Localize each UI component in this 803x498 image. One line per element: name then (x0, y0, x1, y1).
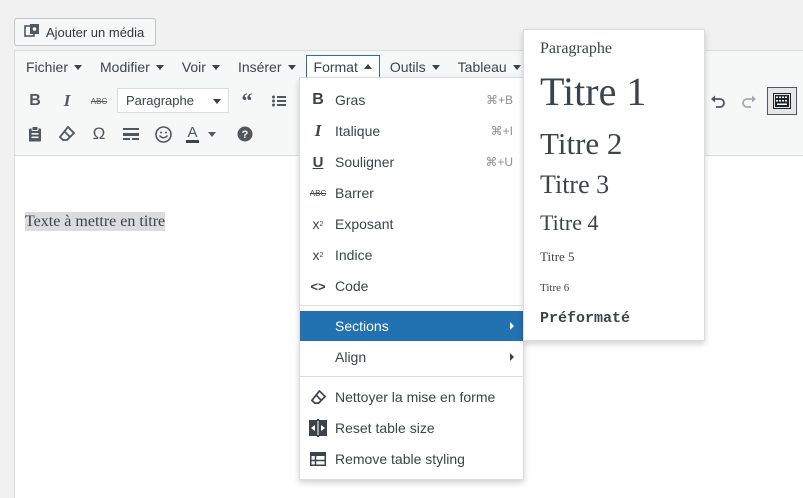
horizontal-rule-icon[interactable] (117, 120, 145, 148)
menu-item-label: Italique (335, 123, 381, 139)
format-menu-strikethrough[interactable]: ABC Barrer (300, 178, 523, 208)
format-menu-underline[interactable]: U Souligner ⌘+U (300, 147, 523, 177)
menu-item-label: Code (335, 278, 369, 294)
table-resize-icon (309, 419, 327, 437)
blockquote-icon[interactable]: “ (233, 87, 261, 115)
strikethrough-icon[interactable]: ABC (85, 87, 113, 115)
format-select[interactable]: Paragraphe (117, 88, 229, 113)
subscript-icon: x2 (312, 247, 324, 263)
italic-icon: I (314, 121, 322, 140)
menu-label: Insérer (237, 58, 282, 75)
menu-item-label: Nettoyer la mise en forme (335, 389, 496, 405)
caret-up-icon (363, 63, 372, 69)
format-menu-code[interactable]: <> Code (300, 271, 523, 301)
format-select-value: Paragraphe (126, 93, 194, 108)
menu-fichier[interactable]: Fichier (18, 55, 90, 79)
caret-down-icon (213, 99, 221, 104)
text-color-icon[interactable]: A (181, 120, 221, 148)
code-icon: <> (310, 278, 326, 294)
section-heading-6[interactable]: Titre 6 (540, 282, 569, 294)
format-dropdown: B Gras ⌘+B I Italique ⌘+I U Souligner ⌘+… (299, 77, 524, 480)
format-menu-align[interactable]: Align (300, 342, 523, 372)
menu-label: Voir (181, 58, 206, 75)
menu-label: Fichier (26, 58, 69, 75)
menu-item-label: Sections (335, 318, 389, 334)
sections-submenu: Paragraphe Titre 1 Titre 2 Titre 3 Titre… (523, 29, 705, 341)
help-icon[interactable]: ? (231, 120, 259, 148)
eraser-icon (309, 389, 327, 405)
menu-item-label: Reset table size (335, 420, 435, 436)
menu-outils[interactable]: Outils (382, 55, 448, 79)
caret-down-icon (512, 65, 521, 70)
format-menu-italic[interactable]: I Italique ⌘+I (300, 116, 523, 146)
menu-item-label: Gras (335, 92, 366, 108)
caret-down-icon (155, 65, 164, 70)
add-media-label: Ajouter un média (46, 24, 145, 40)
format-menu-reset-table-size[interactable]: Reset table size (300, 413, 523, 443)
format-menu-clear-formatting[interactable]: Nettoyer la mise en forme (300, 382, 523, 412)
menu-item-label: Indice (335, 247, 373, 263)
bold-icon: B (312, 91, 324, 108)
menu-item-label: Souligner (335, 154, 395, 170)
svg-text:?: ? (242, 129, 249, 141)
menu-label: Modifier (100, 58, 150, 75)
kitchen-sink-icon[interactable] (767, 87, 797, 115)
selected-text: Texte à mettre en titre (25, 212, 166, 231)
menu-label: Format (313, 58, 358, 75)
menu-tableau[interactable]: Tableau (450, 55, 529, 79)
menu-voir[interactable]: Voir (174, 55, 228, 79)
section-paragraph[interactable]: Paragraphe (540, 40, 612, 58)
italic-icon[interactable]: I (53, 87, 81, 115)
section-heading-4[interactable]: Titre 4 (540, 210, 598, 236)
section-preformatted[interactable]: Préformaté (540, 310, 630, 327)
menu-inserer[interactable]: Insérer (230, 55, 304, 79)
section-heading-2[interactable]: Titre 2 (540, 126, 622, 162)
bullet-list-icon[interactable] (265, 87, 293, 115)
menu-separator (300, 376, 523, 377)
format-menu-sections[interactable]: Sections (300, 311, 523, 341)
caret-down-icon (74, 65, 83, 70)
menu-item-label: Remove table styling (335, 451, 465, 467)
undo-icon[interactable] (704, 87, 732, 115)
menu-label: Outils (389, 58, 426, 75)
shortcut-label: ⌘+B (485, 93, 513, 107)
media-icon (24, 23, 46, 42)
menu-label: Tableau (457, 58, 507, 75)
menu-separator (300, 305, 523, 306)
superscript-icon: x2 (312, 216, 324, 232)
caret-down-icon (287, 65, 296, 70)
table-icon (309, 452, 327, 466)
format-menu-superscript[interactable]: x2 Exposant (300, 209, 523, 239)
menu-item-label: Exposant (335, 216, 394, 232)
emoji-icon[interactable] (149, 120, 177, 148)
bold-icon[interactable]: B (21, 87, 49, 115)
format-menu-bold[interactable]: B Gras ⌘+B (300, 85, 523, 115)
clear-formatting-icon[interactable] (53, 120, 81, 148)
omega-icon[interactable]: Ω (85, 120, 113, 148)
section-heading-3[interactable]: Titre 3 (540, 170, 609, 200)
shortcut-label: ⌘+U (485, 155, 513, 169)
caret-down-icon (211, 65, 220, 70)
menu-item-label: Align (335, 349, 367, 365)
format-menu-remove-table-styling[interactable]: Remove table styling (300, 444, 523, 474)
menu-modifier[interactable]: Modifier (92, 55, 172, 79)
add-media-button[interactable]: Ajouter un média (14, 18, 156, 46)
editor-content[interactable]: Texte à mettre en titre (25, 212, 166, 231)
section-heading-5[interactable]: Titre 5 (540, 249, 575, 265)
underline-icon: U (312, 153, 324, 171)
strikethrough-icon: ABC (309, 188, 327, 198)
menu-item-label: Barrer (335, 185, 374, 201)
paste-text-icon[interactable] (21, 120, 49, 148)
redo-icon[interactable] (735, 87, 763, 115)
chevron-right-icon (510, 322, 514, 330)
menu-format[interactable]: Format (305, 54, 380, 79)
shortcut-label: ⌘+I (490, 124, 513, 138)
section-heading-1[interactable]: Titre 1 (540, 68, 646, 115)
caret-down-icon (431, 65, 440, 70)
chevron-right-icon (510, 353, 514, 361)
format-menu-subscript[interactable]: x2 Indice (300, 240, 523, 270)
